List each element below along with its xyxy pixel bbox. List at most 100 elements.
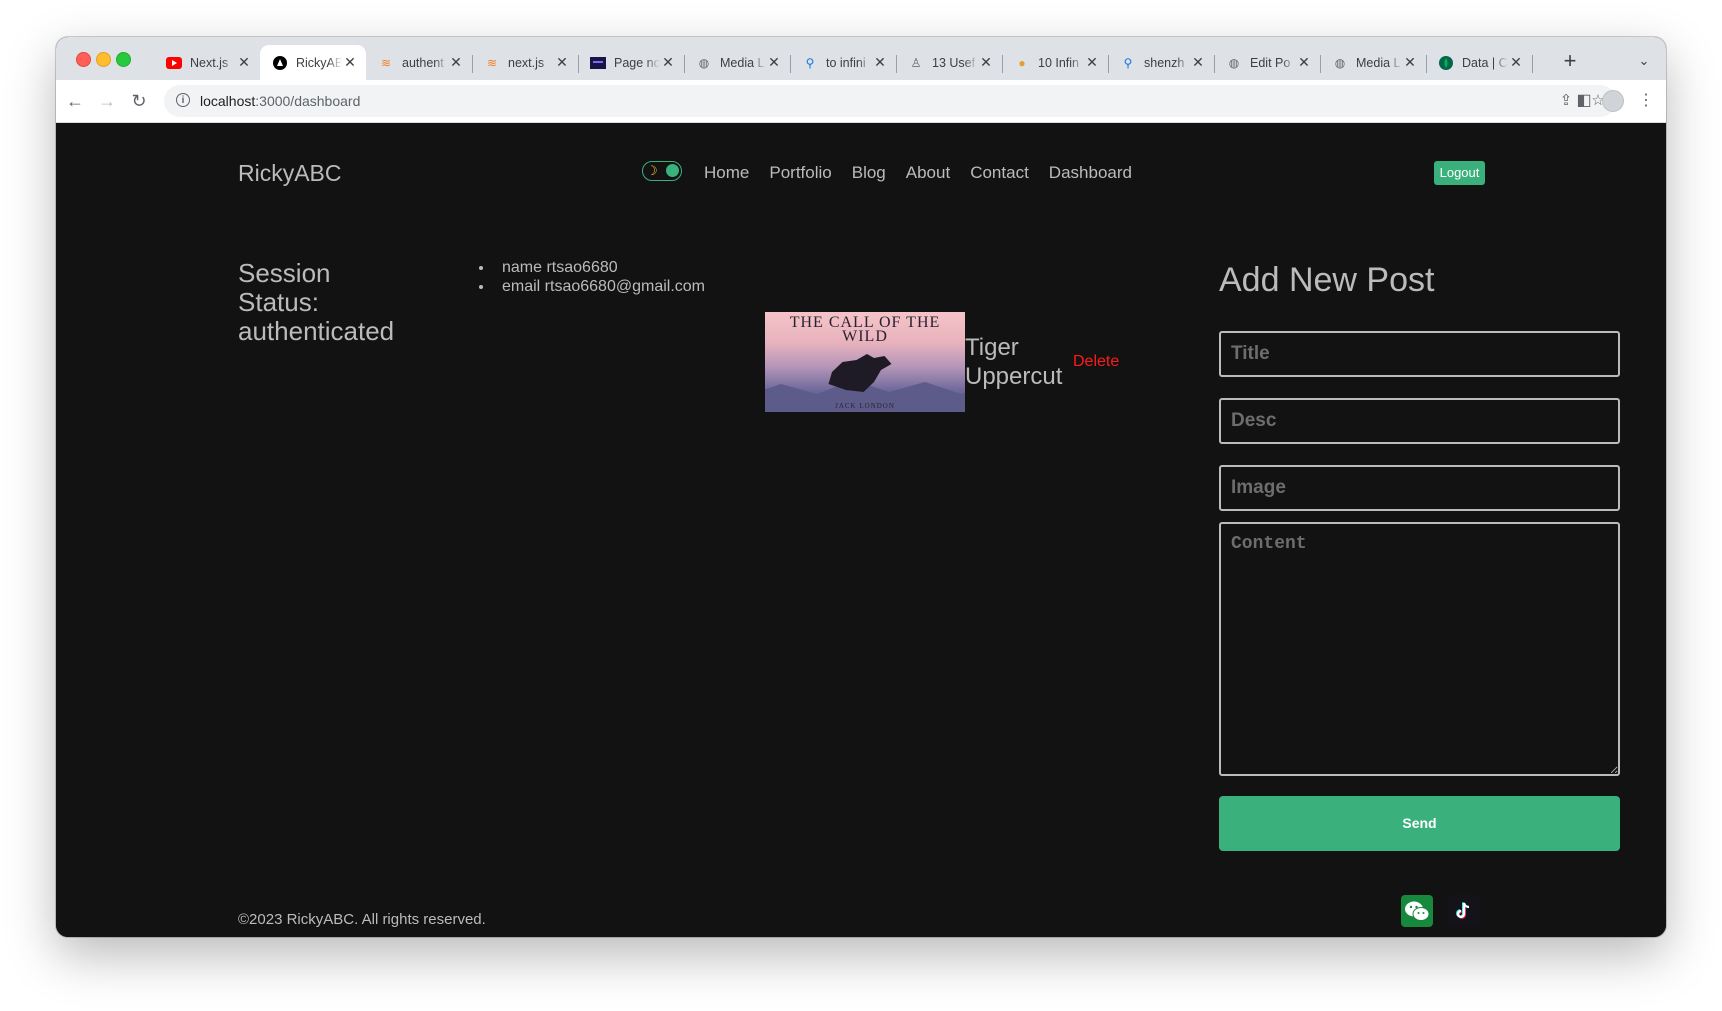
new-tab-button[interactable]: + bbox=[1556, 47, 1584, 75]
tab-close-icon[interactable]: ✕ bbox=[1508, 54, 1524, 71]
browser-window: Next.js ✕ RickyABC ✕ ≋ authent ✕ ≋ next.… bbox=[56, 37, 1666, 937]
side-panel-icon[interactable]: ◧ bbox=[1572, 89, 1596, 113]
browser-toolbar: ← → ↻ i localhost:3000/dashboard ⇪ ☆ ◧ ⋮ bbox=[56, 80, 1666, 123]
close-window-button[interactable] bbox=[76, 52, 91, 67]
content-textarea[interactable] bbox=[1219, 522, 1620, 776]
search-icon: ⚲ bbox=[1123, 55, 1133, 70]
youtube-icon bbox=[166, 55, 182, 71]
cover-wolf-silhouette bbox=[828, 354, 892, 392]
globe-icon: ◍ bbox=[698, 55, 710, 70]
tab-close-icon[interactable]: ✕ bbox=[1190, 54, 1206, 71]
tab-close-icon[interactable]: ✕ bbox=[872, 54, 888, 71]
toggle-knob bbox=[666, 164, 679, 177]
tab-rickyabc[interactable]: RickyABC ✕ bbox=[260, 45, 366, 80]
more-menu-icon[interactable]: ⋮ bbox=[1634, 89, 1658, 113]
globe-icon: ◍ bbox=[1334, 55, 1346, 70]
tab-label: to infini bbox=[826, 55, 866, 70]
stackoverflow-icon: ≋ bbox=[380, 55, 392, 70]
post-item: THE CALL OF THE WILD JACK LONDON Tiger U… bbox=[765, 312, 1119, 412]
tab-label: shenzh bbox=[1144, 55, 1185, 70]
tab-label: 13 Usef bbox=[932, 55, 976, 70]
title-input[interactable] bbox=[1219, 331, 1620, 377]
tab-data-mongodb[interactable]: Data | C ✕ bbox=[1426, 45, 1532, 80]
tab-close-icon[interactable]: ✕ bbox=[1402, 54, 1418, 71]
nav-link-about[interactable]: About bbox=[906, 163, 950, 183]
dashboard-page: RickyABC ☽ Home Portfolio Blog About Con… bbox=[56, 123, 1666, 937]
globe-icon: ◍ bbox=[1228, 55, 1240, 70]
post-title: Tiger Uppercut bbox=[965, 334, 1063, 390]
tab-close-icon[interactable]: ✕ bbox=[1296, 54, 1312, 71]
tab-search-infinite[interactable]: ⚲ to infini ✕ bbox=[790, 45, 896, 80]
tab-close-icon[interactable]: ✕ bbox=[448, 54, 464, 71]
post-image: THE CALL OF THE WILD JACK LONDON bbox=[765, 312, 965, 412]
nav-link-dashboard[interactable]: Dashboard bbox=[1049, 163, 1132, 183]
desc-input[interactable] bbox=[1219, 398, 1620, 444]
tab-label: Next.js bbox=[190, 55, 229, 70]
article-icon: ♙ bbox=[910, 55, 922, 70]
moon-icon: ☽ bbox=[646, 163, 658, 178]
tab-label: 10 Infin bbox=[1038, 55, 1080, 70]
wechat-icon[interactable] bbox=[1401, 895, 1433, 927]
theme-toggle[interactable]: ☽ bbox=[642, 161, 682, 181]
tab-nextjs-video[interactable]: Next.js ✕ bbox=[154, 45, 260, 80]
nav-link-home[interactable]: Home bbox=[704, 163, 749, 183]
tab-close-icon[interactable]: ✕ bbox=[978, 54, 994, 71]
post-image-cover-author: JACK LONDON bbox=[835, 402, 895, 410]
tab-close-icon[interactable]: ✕ bbox=[554, 54, 570, 71]
add-post-heading: Add New Post bbox=[1219, 261, 1435, 299]
tab-close-icon[interactable]: ✕ bbox=[766, 54, 782, 71]
tab-10-infinite[interactable]: ● 10 Infin ✕ bbox=[1002, 45, 1108, 80]
nav-link-portfolio[interactable]: Portfolio bbox=[769, 163, 831, 183]
user-name-item: name rtsao6680 bbox=[494, 258, 724, 277]
tab-label: Edit Po bbox=[1250, 55, 1291, 70]
reload-icon[interactable]: ↻ bbox=[126, 88, 152, 114]
send-button[interactable]: Send bbox=[1219, 796, 1620, 851]
person-icon: ● bbox=[1018, 55, 1026, 70]
tab-label: Page nc bbox=[614, 55, 660, 70]
tab-strip: Next.js ✕ RickyABC ✕ ≋ authent ✕ ≋ next.… bbox=[56, 37, 1666, 80]
nav-link-contact[interactable]: Contact bbox=[970, 163, 1029, 183]
tab-label: authent bbox=[402, 55, 444, 70]
tab-page-not-found[interactable]: Page nc ✕ bbox=[578, 45, 684, 80]
tab-label: next.js bbox=[508, 55, 545, 70]
tab-edit-post[interactable]: ◍ Edit Po ✕ bbox=[1214, 45, 1320, 80]
tab-media-library[interactable]: ◍ Media L ✕ bbox=[684, 45, 790, 80]
search-icon: ⚲ bbox=[805, 55, 815, 70]
user-email-item: email rtsao6680@gmail.com bbox=[494, 277, 724, 296]
tab-authent[interactable]: ≋ authent ✕ bbox=[366, 45, 472, 80]
url-text[interactable]: localhost:3000/dashboard bbox=[200, 93, 360, 109]
tab-search-chevron-icon[interactable]: ⌄ bbox=[1632, 49, 1656, 73]
minimize-window-button[interactable] bbox=[96, 52, 111, 67]
tab-separator bbox=[1532, 55, 1533, 73]
back-arrow-icon[interactable]: ← bbox=[62, 88, 88, 114]
site-logo[interactable]: RickyABC bbox=[238, 160, 342, 187]
tab-13-useful[interactable]: ♙ 13 Usef ✕ bbox=[896, 45, 1002, 80]
address-bar[interactable]: i localhost:3000/dashboard ⇪ ☆ bbox=[164, 85, 1616, 117]
nav-link-blog[interactable]: Blog bbox=[852, 163, 886, 183]
tab-close-icon[interactable]: ✕ bbox=[342, 54, 358, 71]
stackoverflow-icon: ≋ bbox=[486, 55, 498, 70]
maximize-window-button[interactable] bbox=[116, 52, 131, 67]
tiktok-icon[interactable] bbox=[1448, 895, 1480, 927]
user-info-list: name rtsao6680 email rtsao6680@gmail.com bbox=[476, 258, 724, 296]
profile-avatar[interactable] bbox=[1602, 90, 1624, 112]
site-info-icon[interactable]: i bbox=[176, 93, 190, 107]
tab-label: Media L bbox=[1356, 55, 1401, 70]
tab-close-icon[interactable]: ✕ bbox=[660, 54, 676, 71]
nextjs-icon bbox=[272, 55, 288, 71]
forward-arrow-icon[interactable]: → bbox=[94, 88, 120, 114]
tab-nextjs[interactable]: ≋ next.js ✕ bbox=[472, 45, 578, 80]
image-input[interactable] bbox=[1219, 465, 1620, 511]
tab-close-icon[interactable]: ✕ bbox=[1084, 54, 1100, 71]
logout-button[interactable]: Logout bbox=[1434, 161, 1485, 185]
tab-media-library-2[interactable]: ◍ Media L ✕ bbox=[1320, 45, 1426, 80]
session-status: Session Status: authenticated bbox=[238, 258, 395, 346]
tab-label: Data | C bbox=[1462, 55, 1508, 70]
page-icon bbox=[590, 55, 606, 71]
tab-label: Media L bbox=[720, 55, 765, 70]
tab-label: RickyABC bbox=[296, 55, 342, 70]
post-image-cover-title: THE CALL OF THE WILD bbox=[789, 314, 941, 345]
delete-post-button[interactable]: Delete bbox=[1073, 353, 1119, 371]
tab-close-icon[interactable]: ✕ bbox=[236, 54, 252, 71]
tab-search-shenzhen[interactable]: ⚲ shenzh ✕ bbox=[1108, 45, 1214, 80]
